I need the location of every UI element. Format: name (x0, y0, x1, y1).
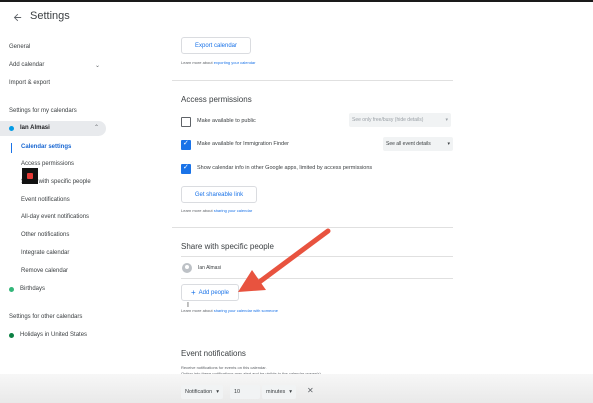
arrow-shaft (255, 228, 331, 286)
annotation-arrow-icon (238, 228, 331, 292)
